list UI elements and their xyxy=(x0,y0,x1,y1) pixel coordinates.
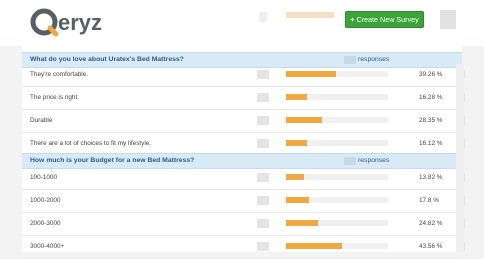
percent-bar-fill xyxy=(286,71,337,77)
responses-label: responses xyxy=(358,157,390,164)
percent-bar-fill xyxy=(286,197,309,203)
answer-percent: 24.82 % xyxy=(419,220,443,227)
answer-row: 1000-2000 17.8 % xyxy=(22,190,462,213)
answer-row: 3000-4000+ 43.56 % xyxy=(22,236,462,259)
answer-percent: 13.82 % xyxy=(419,174,443,181)
percent-bar-track xyxy=(286,174,388,180)
top-bar: eryz + Create New Survey xyxy=(0,0,484,46)
answer-percent: 39.26 % xyxy=(419,71,443,78)
answer-count-box xyxy=(257,196,269,205)
answer-label: The price is right. xyxy=(30,94,80,101)
answer-label: There are a lot of choices to fit my lif… xyxy=(30,140,152,147)
answer-row: They're comfortable. 39.26 % xyxy=(22,64,462,87)
svg-text:eryz: eryz xyxy=(58,10,102,35)
answer-label: 2000-3000 xyxy=(30,220,61,227)
user-menu-box[interactable] xyxy=(440,10,456,29)
percent-bar-fill xyxy=(286,94,307,100)
answer-percent: 43.56 % xyxy=(419,243,443,250)
answer-label: Durable xyxy=(30,117,53,124)
percent-bar-fill xyxy=(286,243,342,249)
percent-bar-track xyxy=(286,197,388,203)
percent-bar-track xyxy=(286,243,388,249)
answer-count-box xyxy=(257,219,269,228)
answer-label: They're comfortable. xyxy=(30,71,89,78)
answer-count-box xyxy=(257,70,269,79)
percent-bar-track xyxy=(286,220,388,226)
percent-bar-fill xyxy=(286,117,323,123)
percent-bar-fill xyxy=(286,174,304,180)
response-count-box xyxy=(344,157,356,165)
answer-count-box xyxy=(257,139,269,148)
percent-bar-fill xyxy=(286,220,318,226)
plus-icon: + xyxy=(350,15,355,24)
answer-percent: 16.28 % xyxy=(419,94,443,101)
percent-bar-track xyxy=(286,117,388,123)
percent-bar-fill xyxy=(286,140,307,146)
scrollbar-track[interactable] xyxy=(456,64,464,252)
progress-bar xyxy=(286,12,334,18)
percent-bar-track xyxy=(286,140,388,146)
question-title: How much is your Budget for a new Bed Ma… xyxy=(30,157,195,164)
answer-count-box xyxy=(257,173,269,182)
answer-count-box xyxy=(257,93,269,102)
answer-row: The price is right. 16.28 % xyxy=(22,87,462,110)
percent-bar-track xyxy=(286,71,388,77)
answer-label: 100-1000 xyxy=(30,174,58,181)
response-count-box xyxy=(344,56,356,64)
qeryz-logo[interactable]: eryz xyxy=(30,6,120,38)
answer-percent: 17.8 % xyxy=(419,197,439,204)
count-box xyxy=(259,12,267,22)
answer-row: Durable 28.35 % xyxy=(22,110,462,133)
create-new-survey-button[interactable]: + Create New Survey xyxy=(345,11,424,28)
answer-percent: 28.35 % xyxy=(419,117,443,124)
answer-row: 2000-3000 24.82 % xyxy=(22,213,462,236)
answer-count-box xyxy=(257,242,269,251)
answer-row: 100-1000 13.82 % xyxy=(22,167,462,190)
answer-label: 1000-2000 xyxy=(30,197,61,204)
percent-bar-track xyxy=(286,94,388,100)
answer-label: 3000-4000+ xyxy=(30,243,65,250)
create-new-survey-label: Create New Survey xyxy=(356,15,419,24)
answer-count-box xyxy=(257,116,269,125)
answer-percent: 16.12 % xyxy=(419,140,443,147)
